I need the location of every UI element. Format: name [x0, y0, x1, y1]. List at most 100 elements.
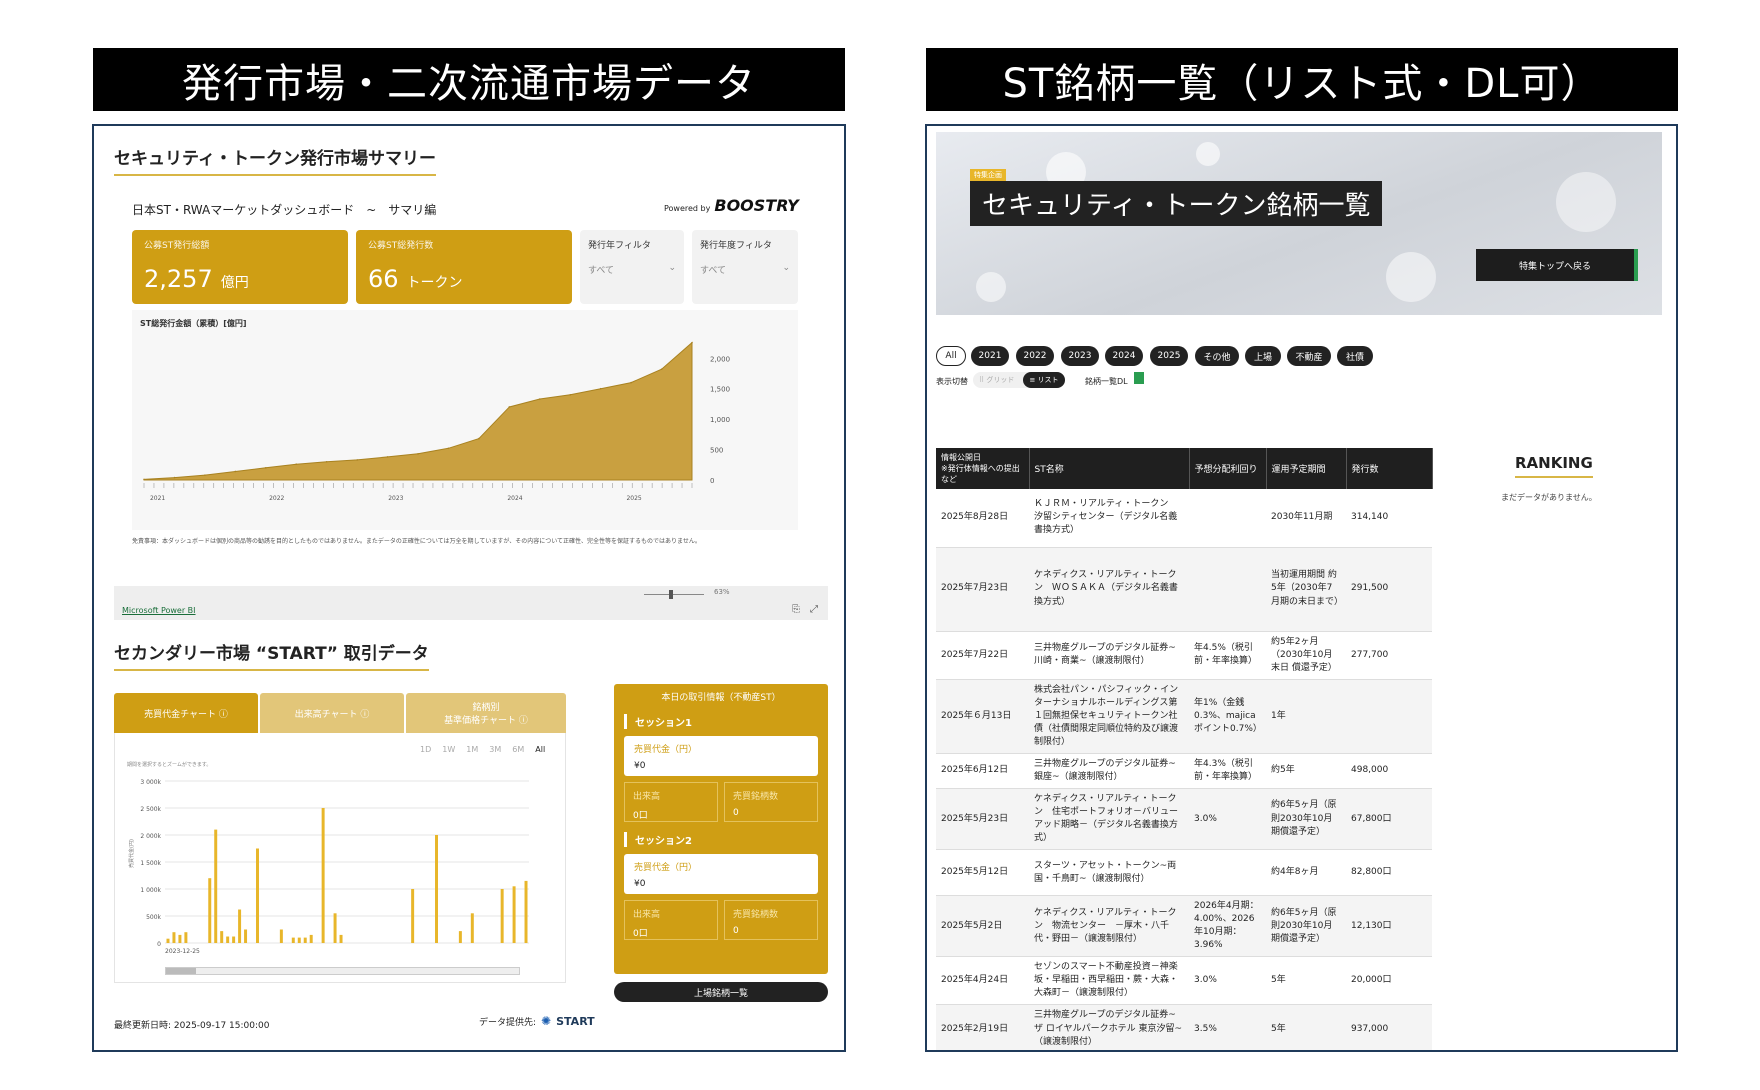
- powerbi-link[interactable]: Microsoft Power BI: [122, 606, 196, 615]
- x-tick-label: 2022: [269, 495, 284, 502]
- cell-st-name[interactable]: 三井物産グループのデジタル証券~ザ ロイヤルパークホテル 東京汐留~（譲渡制限付…: [1029, 1004, 1189, 1050]
- fullscreen-icon[interactable]: ⤢: [810, 604, 818, 615]
- cell-st-name[interactable]: 株式会社パン・パシフィック・インターナショナルホールディングス第１回無担保セキュ…: [1029, 679, 1189, 754]
- cell-st-name[interactable]: ＫＪＲＭ・リアルティ・トークン 汐留シティセンター（デジタル名義書換方式）: [1029, 489, 1189, 548]
- bar: [500, 889, 504, 943]
- data-point: [630, 381, 632, 384]
- cumulative-chart-card: ST総発行金額（累積）[億円] 0 500 1,000 1,500 2,000 2021 2…: [132, 310, 798, 530]
- start-logo-icon: ✺: [541, 1014, 552, 1028]
- filter-2022[interactable]: 2022: [1016, 346, 1054, 366]
- y-tick-label: 3 000k: [140, 779, 161, 786]
- chevron-down-icon: ⌄: [668, 263, 676, 273]
- cell-expected-yield: 3.0%: [1189, 788, 1266, 851]
- col-issued-units[interactable]: 発行数: [1346, 448, 1433, 489]
- bar: [321, 808, 325, 943]
- year-filter[interactable]: 発行年フィルタ すべて ⌄: [580, 230, 684, 304]
- data-provider: データ提供先: ✺ START: [479, 1014, 595, 1028]
- cell-disclosure-date: 2025年7月23日: [936, 547, 1029, 632]
- data-point: [478, 437, 480, 440]
- table-row[interactable]: 2025年2月19日 三井物産グループのデジタル証券~ザ ロイヤルパークホテル 東…: [936, 1004, 1432, 1050]
- table-row[interactable]: 2025年６月13日 株式会社パン・パシフィック・インターナショナルホールディング…: [936, 679, 1432, 754]
- cell-st-name[interactable]: スターツ・アセット・トークン~両国・千鳥町~（譲渡制限付）: [1029, 849, 1189, 897]
- data-point: [204, 474, 206, 476]
- tab-volume-chart[interactable]: 出来高チャート ⓘ: [260, 693, 404, 733]
- table-row[interactable]: 2025年5月23日 ケネディクス・リアルティ・トークン 住宅ポートフォリオ－バリ…: [936, 788, 1432, 851]
- table-row[interactable]: 2025年5月2日 ケネディクス・リアルティ・トークン 物流センター －厚木・八千…: [936, 895, 1432, 958]
- cell-disclosure-date: 2025年4月24日: [936, 956, 1029, 1006]
- filter-2024[interactable]: 2024: [1105, 346, 1143, 366]
- table-row[interactable]: 2025年5月12日 スターツ・アセット・トークン~両国・千鳥町~（譲渡制限付） 約…: [936, 849, 1432, 897]
- col-expected-yield[interactable]: 予想分配利回り: [1189, 448, 1267, 489]
- share-icon[interactable]: ⎘: [792, 604, 800, 615]
- zoom-slider-handle[interactable]: [669, 590, 673, 599]
- filter-real-estate[interactable]: 不動産: [1287, 346, 1331, 366]
- kpi-unit: 億円: [220, 275, 249, 291]
- bar: [470, 913, 474, 943]
- filter-all[interactable]: All: [936, 346, 966, 366]
- view-toggle-label: 表示切替: [936, 377, 968, 386]
- cell-expected-yield: 年1%（金銭0.3%、majicaポイント0.7%）: [1189, 679, 1266, 754]
- excel-icon[interactable]: [1134, 372, 1144, 384]
- cell-term: 約6年5ヶ月（原則2030年10月期償還予定）: [1266, 895, 1346, 958]
- ranking-empty-message: まだデータがありません。: [1501, 493, 1597, 502]
- amount-label: 売買代金（円）: [634, 745, 698, 755]
- y-tick-label: 1,000: [710, 416, 730, 424]
- filter-2021[interactable]: 2021: [971, 346, 1009, 366]
- table-row[interactable]: 2025年8月28日 ＫＪＲＭ・リアルティ・トークン 汐留シティセンター（デジタル…: [936, 489, 1432, 548]
- cell-issued-units: 291,500: [1346, 547, 1432, 632]
- cell-issued-units: 937,000: [1346, 1004, 1432, 1050]
- filter-2025[interactable]: 2025: [1150, 346, 1188, 366]
- bar: [256, 848, 259, 943]
- data-point: [173, 476, 176, 479]
- data-point: [264, 467, 267, 469]
- fiscal-year-filter[interactable]: 発行年度フィルタ すべて ⌄: [692, 230, 798, 304]
- bar: [524, 880, 528, 943]
- cell-st-name[interactable]: 三井物産グループのデジタル証券~銀座~（譲渡制限付）: [1029, 753, 1189, 789]
- table-row[interactable]: 2025年4月24日 セゾンのスマート不動産投資－神楽坂・早稲田・西早稲田・蕨・大…: [936, 956, 1432, 1006]
- filter-other[interactable]: その他: [1195, 346, 1239, 366]
- tab-price-chart[interactable]: 銘柄別 基準価格チャート ⓘ: [406, 693, 566, 733]
- provider-label: データ提供先:: [479, 1017, 537, 1028]
- cell-st-name[interactable]: ケネディクス・リアルティ・トークン 住宅ポートフォリオ－バリューアッド期略－（デ…: [1029, 788, 1189, 851]
- table-row[interactable]: 2025年7月22日 三井物産グループのデジタル証券~川崎・商業~（譲渡制限付）年…: [936, 631, 1432, 680]
- back-to-feature-button[interactable]: 特集トップへ戻る: [1476, 249, 1638, 281]
- col-term[interactable]: 運用予定期間: [1266, 448, 1347, 489]
- grid-view-button[interactable]: ⠿ グリッド: [979, 375, 1014, 385]
- bar: [435, 835, 438, 943]
- cell-expected-yield: 2026年4月期：4.00%、2026年10月期：3.96%: [1189, 895, 1266, 958]
- zoom-slider[interactable]: [644, 594, 704, 595]
- powerbi-footer: 63% Microsoft Power BI ⎘ ⤢: [114, 586, 828, 620]
- tab-amount-chart[interactable]: 売買代金チャート ⓘ: [114, 693, 258, 733]
- cell-st-name[interactable]: 三井物産グループのデジタル証券~川崎・商業~（譲渡制限付）: [1029, 631, 1189, 680]
- cell-st-name[interactable]: ケネディクス・リアルティ・トークン 物流センター －厚木・八千代・野田－（譲渡制…: [1029, 895, 1189, 958]
- listed-list-button[interactable]: 上場銘柄一覧: [614, 982, 828, 1002]
- filter-bond[interactable]: 社債: [1337, 346, 1373, 366]
- list-view-button[interactable]: ≡ リスト: [1023, 372, 1065, 388]
- cumulative-area-series: [143, 341, 693, 481]
- filter-listed[interactable]: 上場: [1245, 346, 1281, 366]
- chart-scrollbar-thumb[interactable]: [166, 968, 196, 974]
- filter-2023[interactable]: 2023: [1061, 346, 1099, 366]
- col-disclosure-date[interactable]: 情報公開日 ※発行体情報への提出など: [936, 448, 1030, 489]
- cell-expected-yield: 年4.5%（税引前・年率換算）: [1189, 631, 1266, 680]
- year-filter-label: 発行年フィルタ: [588, 241, 651, 251]
- data-point: [599, 387, 602, 390]
- bokeh-decoration: [1386, 252, 1436, 302]
- bar: [297, 937, 301, 943]
- y-tick-label: 2 000k: [140, 833, 161, 840]
- download-list-link[interactable]: 銘柄一覧DL: [1085, 376, 1128, 387]
- y-axis-label: 売買代金(円): [128, 839, 135, 868]
- trade-info-title: 本日の取引情報（不動産ST）: [661, 693, 781, 703]
- table-row[interactable]: 2025年6月12日 三井物産グループのデジタル証券~銀座~（譲渡制限付） 年4.3…: [936, 753, 1432, 789]
- cell-term: 約5年2ヶ月（2030年10月末日 償還予定）: [1266, 631, 1346, 680]
- trade-chart-card: 1D 1W 1M 3M 6M All 期間を選択するとズームができます。 0 50…: [114, 733, 566, 983]
- data-point: [386, 456, 389, 458]
- cell-st-name[interactable]: ケネディクス・リアルティ・トークン ＷＯＳＡＫＡ（デジタル名義書換方式）: [1029, 547, 1189, 632]
- table-row[interactable]: 2025年7月23日 ケネディクス・リアルティ・トークン ＷＯＳＡＫＡ（デジタル名…: [936, 547, 1432, 632]
- col-st-name[interactable]: ST名称: [1029, 448, 1190, 489]
- chart-scrollbar[interactable]: [165, 967, 520, 975]
- bar: [226, 936, 230, 943]
- x-tick-label: 2023: [388, 495, 403, 502]
- bokeh-decoration: [1556, 172, 1616, 232]
- cell-st-name[interactable]: セゾンのスマート不動産投資－神楽坂・早稲田・西早稲田・蕨・大森・大森町－（譲渡制…: [1029, 956, 1189, 1006]
